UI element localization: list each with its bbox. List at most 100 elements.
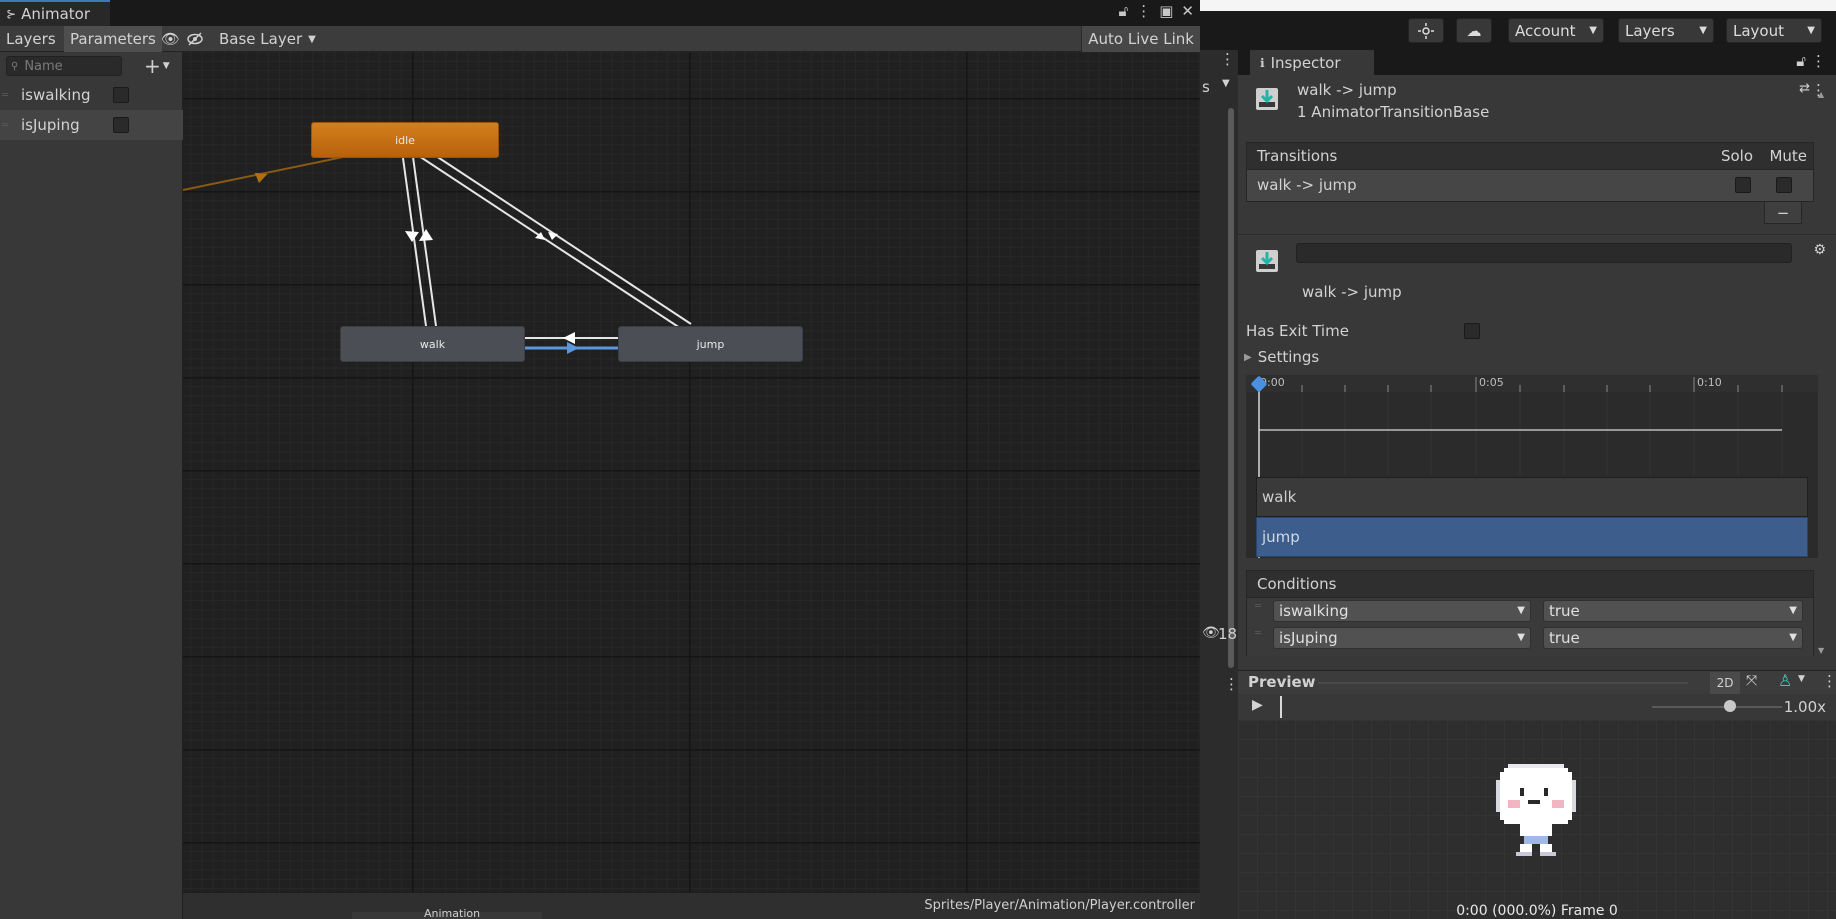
parameter-search-input[interactable]: ⚲ Name bbox=[6, 56, 122, 76]
tick-label: 0:10 bbox=[1697, 376, 1722, 389]
parameter-row[interactable]: ═ iswalking bbox=[0, 80, 183, 110]
close-icon[interactable]: ✕ bbox=[1181, 2, 1194, 20]
has-exit-time-label: Has Exit Time bbox=[1246, 322, 1349, 340]
cloud-icon[interactable]: ☁ bbox=[1456, 18, 1492, 43]
transition-name-input[interactable] bbox=[1296, 243, 1792, 263]
speed-slider-track[interactable] bbox=[1652, 706, 1782, 708]
drag-handle-icon[interactable]: ═ bbox=[2, 120, 14, 131]
transition-idle-walk[interactable] bbox=[402, 157, 427, 327]
chevron-down-icon: ▼ bbox=[162, 61, 170, 71]
scroll-down-icon[interactable]: ▼ bbox=[1818, 646, 1824, 655]
mute-checkbox[interactable] bbox=[1776, 177, 1792, 193]
panel-letter: s bbox=[1202, 78, 1210, 96]
scrollbar[interactable] bbox=[1228, 108, 1234, 668]
tab-layers[interactable]: Layers bbox=[0, 26, 62, 52]
tab-parameters[interactable]: Parameters bbox=[64, 26, 162, 52]
more-options-icon[interactable]: ⋮ bbox=[1224, 675, 1239, 693]
parameters-panel: ⚲ Name + ▼ ═ iswalking ═ isJuping bbox=[0, 52, 183, 919]
parameter-name: isJuping bbox=[21, 116, 80, 134]
arrow-up-icon bbox=[419, 229, 433, 241]
parameter-checkbox[interactable] bbox=[113, 117, 129, 133]
transition-detail-icon bbox=[1254, 248, 1280, 278]
bottom-tab-animation[interactable]: Animation bbox=[352, 907, 542, 919]
timeline-track-jump[interactable]: jump bbox=[1256, 517, 1808, 557]
state-idle[interactable]: idle bbox=[311, 122, 499, 158]
auto-live-link-button[interactable]: Auto Live Link bbox=[1081, 26, 1200, 52]
chevron-down-icon[interactable]: ▼ bbox=[1798, 674, 1805, 684]
tab-layers-label: Layers bbox=[6, 30, 56, 48]
pivot-icon[interactable]: ⤧ bbox=[1746, 673, 1757, 689]
inspector-scrollbar[interactable]: ▲ ▼ bbox=[1818, 90, 1826, 655]
preview-title: Preview bbox=[1248, 673, 1316, 691]
transitions-title: Transitions bbox=[1257, 147, 1338, 165]
inspector-subtitle: 1 AnimatorTransitionBase bbox=[1297, 103, 1490, 121]
transition-jump-idle[interactable] bbox=[429, 151, 692, 325]
preset-icon[interactable]: ⇄ bbox=[1799, 81, 1810, 96]
more-options-icon[interactable]: ⋮ bbox=[1822, 672, 1836, 690]
inspector-tab[interactable]: ℹ Inspector bbox=[1250, 50, 1374, 75]
layers-dropdown[interactable]: Layers ▼ bbox=[1618, 18, 1714, 43]
animator-tab[interactable]: ⊱ Animator bbox=[0, 0, 110, 26]
remove-transition-button[interactable]: − bbox=[1764, 202, 1802, 224]
transition-list-item[interactable]: walk -> jump bbox=[1246, 170, 1814, 202]
eye-hidden-icon[interactable] bbox=[180, 26, 210, 52]
lock-icon[interactable]: 🔓︎ bbox=[1119, 2, 1129, 20]
transition-walk-idle[interactable] bbox=[412, 156, 437, 327]
parameter-checkbox[interactable] bbox=[113, 87, 129, 103]
divider bbox=[1238, 234, 1836, 235]
chevron-down-icon[interactable]: ▼ bbox=[1222, 78, 1230, 89]
state-idle-label: idle bbox=[395, 133, 415, 147]
timeline-track-walk[interactable]: walk bbox=[1256, 477, 1808, 517]
mode-2d-button[interactable]: 2D bbox=[1710, 672, 1740, 694]
dropdown-arrow-icon: ▼ bbox=[1807, 25, 1815, 36]
dropdown-arrow-icon: ▼ bbox=[1789, 632, 1797, 643]
layout-dropdown[interactable]: Layout ▼ bbox=[1726, 18, 1822, 43]
settings-label: Settings bbox=[1257, 348, 1320, 366]
chevron-right-icon: ▶ bbox=[1244, 351, 1252, 363]
settings-foldout[interactable]: ▶ Settings bbox=[1244, 348, 1319, 366]
drag-handle-icon[interactable]: ═ bbox=[2, 90, 14, 101]
info-icon: ℹ bbox=[1260, 55, 1265, 70]
condition-parameter-dropdown[interactable]: isJuping ▼ bbox=[1273, 627, 1531, 649]
state-jump[interactable]: jump bbox=[618, 326, 803, 362]
drag-handle-icon[interactable]: ═ bbox=[1255, 601, 1261, 612]
parameter-row[interactable]: ═ isJuping bbox=[0, 110, 183, 140]
condition-value: true bbox=[1549, 629, 1580, 647]
more-options-icon[interactable]: ⋮ bbox=[1811, 52, 1826, 70]
condition-parameter-dropdown[interactable]: iswalking ▼ bbox=[1273, 600, 1531, 622]
more-options-icon[interactable]: ⋮ bbox=[1136, 2, 1151, 20]
play-icon[interactable]: ▶ bbox=[1252, 697, 1263, 713]
tick-label: 0:05 bbox=[1479, 376, 1504, 389]
preview-viewport[interactable]: 0:00 (000.0%) Frame 0 bbox=[1238, 720, 1836, 919]
search-icon: ⚲ bbox=[11, 60, 19, 72]
preview-scrubber[interactable] bbox=[1280, 696, 1282, 718]
layers-label: Layers bbox=[1625, 21, 1675, 40]
has-exit-time-checkbox[interactable] bbox=[1464, 323, 1480, 339]
transition-idle-jump[interactable] bbox=[418, 155, 681, 329]
search-placeholder: Name bbox=[24, 58, 63, 74]
lock-icon[interactable]: 🔓︎ bbox=[1796, 52, 1806, 70]
state-machine-graph[interactable]: idle walk jump bbox=[183, 52, 1200, 892]
avatar-icon[interactable]: ♙ bbox=[1778, 671, 1792, 690]
bottom-tab-label: Animation bbox=[424, 907, 481, 919]
solo-checkbox[interactable] bbox=[1735, 177, 1751, 193]
add-parameter-button[interactable]: + ▼ bbox=[144, 54, 170, 78]
scroll-up-icon[interactable]: ▲ bbox=[1818, 90, 1824, 99]
dropdown-arrow-icon: ▼ bbox=[308, 33, 316, 45]
condition-value-dropdown[interactable]: true ▼ bbox=[1543, 600, 1803, 622]
collab-icon[interactable] bbox=[1408, 18, 1444, 43]
condition-value: true bbox=[1549, 602, 1580, 620]
entry-transition[interactable] bbox=[183, 155, 349, 191]
transition-list-label: walk -> jump bbox=[1257, 176, 1357, 194]
speed-value: 1.00x bbox=[1783, 698, 1826, 716]
dropdown-arrow-icon: ▼ bbox=[1789, 605, 1797, 616]
maximize-icon[interactable]: ▣ bbox=[1159, 2, 1173, 20]
more-options-icon[interactable]: ⋮ bbox=[1220, 50, 1235, 68]
condition-value-dropdown[interactable]: true ▼ bbox=[1543, 627, 1803, 649]
drag-handle-icon[interactable]: ═ bbox=[1255, 628, 1261, 639]
account-dropdown[interactable]: Account ▼ bbox=[1508, 18, 1604, 43]
transition-timeline[interactable]: 0:00 0:05 0:10 walk jump bbox=[1246, 375, 1818, 558]
state-walk[interactable]: walk bbox=[340, 326, 525, 362]
layer-dropdown[interactable]: Base Layer ▼ bbox=[213, 26, 322, 52]
speed-slider-thumb[interactable] bbox=[1724, 700, 1736, 712]
